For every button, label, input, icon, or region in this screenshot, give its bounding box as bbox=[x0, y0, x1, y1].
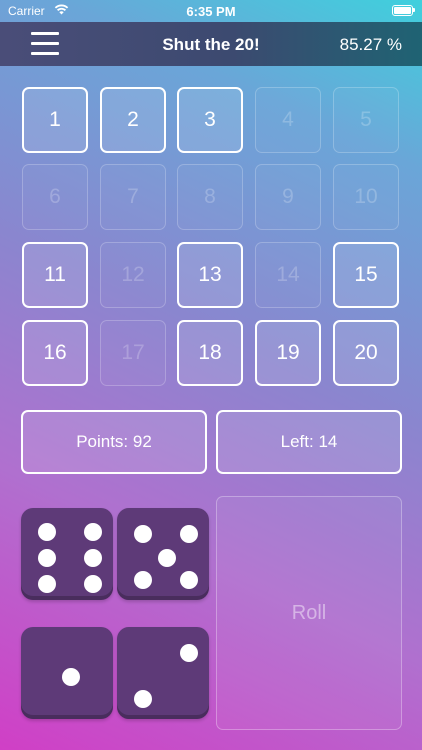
die-pip bbox=[84, 575, 102, 593]
tile-2[interactable]: 2 bbox=[100, 87, 166, 153]
points-box: Points: 92 bbox=[21, 410, 207, 474]
roll-button[interactable]: Roll bbox=[216, 496, 402, 730]
die-pip bbox=[38, 575, 56, 593]
tile-16[interactable]: 16 bbox=[22, 320, 88, 386]
left-box: Left: 14 bbox=[216, 410, 402, 474]
die-pip bbox=[180, 644, 198, 662]
die-2[interactable] bbox=[117, 508, 209, 600]
die-3[interactable] bbox=[21, 627, 113, 719]
tile-5: 5 bbox=[333, 87, 399, 153]
tile-12: 12 bbox=[100, 242, 166, 308]
die-pip bbox=[38, 549, 56, 567]
die-pip bbox=[180, 525, 198, 543]
tile-10: 10 bbox=[333, 164, 399, 230]
die-pip bbox=[134, 690, 152, 708]
battery-icon bbox=[392, 5, 413, 16]
status-bar: Carrier 6:35 PM bbox=[0, 0, 422, 22]
die-pip bbox=[158, 549, 176, 567]
tile-15[interactable]: 15 bbox=[333, 242, 399, 308]
tile-9: 9 bbox=[255, 164, 321, 230]
tile-13[interactable]: 13 bbox=[177, 242, 243, 308]
die-4[interactable] bbox=[117, 627, 209, 719]
nav-bar: Shut the 20! 85.27 % bbox=[0, 22, 422, 66]
die-pip bbox=[84, 549, 102, 567]
tile-8: 8 bbox=[177, 164, 243, 230]
die-pip bbox=[134, 571, 152, 589]
status-time: 6:35 PM bbox=[186, 4, 236, 19]
tile-4: 4 bbox=[255, 87, 321, 153]
die-pip bbox=[38, 523, 56, 541]
tile-7: 7 bbox=[100, 164, 166, 230]
tile-20[interactable]: 20 bbox=[333, 320, 399, 386]
tile-1[interactable]: 1 bbox=[22, 87, 88, 153]
die-1[interactable] bbox=[21, 508, 113, 600]
win-percentage: 85.27 % bbox=[339, 35, 402, 54]
die-pip bbox=[180, 571, 198, 589]
tile-17: 17 bbox=[100, 320, 166, 386]
tile-11[interactable]: 11 bbox=[22, 242, 88, 308]
tile-14: 14 bbox=[255, 242, 321, 308]
battery-tip bbox=[413, 8, 415, 12]
tile-18[interactable]: 18 bbox=[177, 320, 243, 386]
tile-19[interactable]: 19 bbox=[255, 320, 321, 386]
die-pip bbox=[62, 668, 80, 686]
die-pip bbox=[84, 523, 102, 541]
tile-3[interactable]: 3 bbox=[177, 87, 243, 153]
tile-6: 6 bbox=[22, 164, 88, 230]
die-pip bbox=[134, 525, 152, 543]
